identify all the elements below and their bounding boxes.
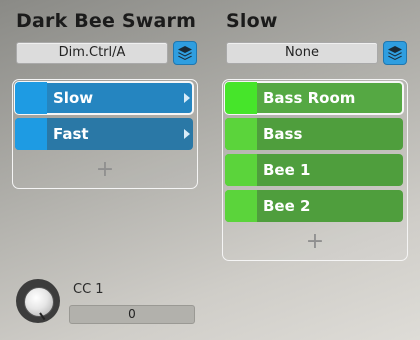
list-item-bass-room[interactable]: Bass Room: [224, 81, 404, 115]
list-item-slow[interactable]: Slow: [14, 81, 194, 115]
layers-icon: [388, 46, 402, 60]
color-swatch: [15, 118, 47, 150]
list-item-bee-1[interactable]: Bee 1: [225, 154, 403, 186]
chevron-right-icon[interactable]: [184, 129, 190, 139]
list-item-label: Bass Room: [263, 89, 356, 107]
color-swatch: [225, 118, 257, 150]
color-swatch: [15, 82, 47, 114]
layers-button-left[interactable]: [173, 41, 197, 65]
list-item-label: Bee 2: [263, 197, 311, 215]
list-item-fast[interactable]: Fast: [15, 118, 193, 150]
chevron-right-icon[interactable]: [184, 93, 190, 103]
cc-label: CC 1: [73, 282, 104, 297]
color-swatch: [225, 190, 257, 222]
list-item-bass[interactable]: Bass: [225, 118, 403, 150]
selector-right[interactable]: None: [226, 42, 378, 64]
page-title-left: Dark Bee Swarm: [16, 10, 197, 32]
layers-button-right[interactable]: [383, 41, 407, 65]
color-swatch: [225, 82, 257, 114]
slot-list-right: Bass Room Bass Bee 1 Bee 2 +: [222, 79, 408, 261]
list-item-label: Bee 1: [263, 161, 311, 179]
page-title-right: Slow: [226, 10, 278, 32]
list-item-label: Bass: [263, 125, 303, 143]
cc-knob[interactable]: [16, 279, 60, 323]
list-item-bee-2[interactable]: Bee 2: [225, 190, 403, 222]
list-item-label: Fast: [53, 125, 89, 143]
plus-icon[interactable]: +: [13, 159, 197, 181]
cc-value-field[interactable]: 0: [69, 305, 195, 324]
color-swatch: [225, 154, 257, 186]
list-item-label: Slow: [53, 89, 94, 107]
selector-left[interactable]: Dim.Ctrl/A: [16, 42, 168, 64]
layers-icon: [178, 46, 192, 60]
slot-list-left: Slow Fast +: [12, 79, 198, 189]
plus-icon[interactable]: +: [223, 231, 407, 253]
knob-cap: [24, 287, 54, 321]
